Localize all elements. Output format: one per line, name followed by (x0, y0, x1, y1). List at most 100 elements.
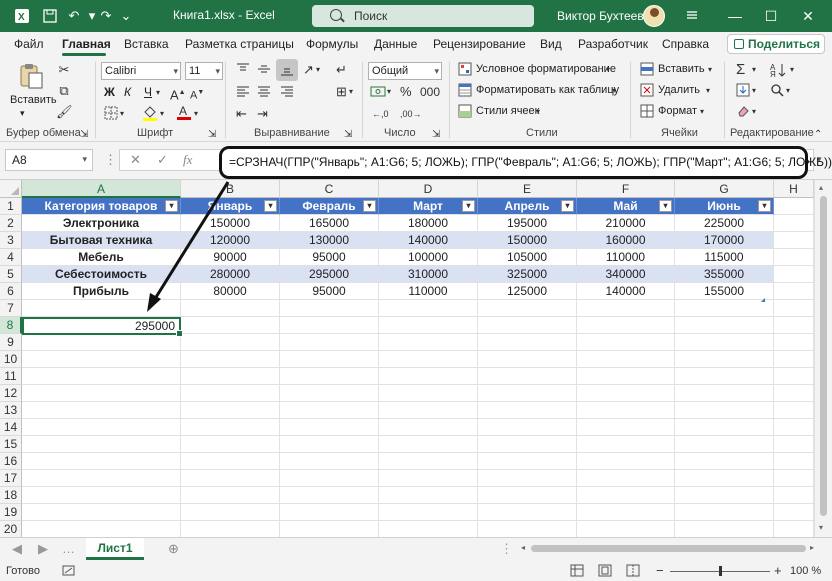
format-as-table-button[interactable]: Форматировать как таблицу (476, 84, 619, 96)
cell[interactable] (181, 317, 280, 334)
cell[interactable] (379, 402, 478, 419)
cell[interactable] (181, 453, 280, 470)
increase-decimal-icon[interactable]: ←,0 (372, 106, 389, 122)
table-cell[interactable]: 125000 (478, 283, 577, 300)
align-left-icon[interactable] (236, 84, 250, 102)
cell[interactable] (181, 300, 280, 317)
cell[interactable] (280, 419, 379, 436)
table-header-cell[interactable]: Февраль ▾ (280, 198, 379, 215)
row-header-6[interactable]: 6 (0, 283, 22, 300)
table-cell[interactable]: 150000 (181, 215, 280, 232)
search-input[interactable]: Поиск (312, 5, 534, 27)
underline-button[interactable]: Ч (144, 85, 152, 99)
column-header-h[interactable]: H (774, 180, 814, 198)
cell[interactable] (675, 300, 774, 317)
column-header-d[interactable]: D (379, 180, 478, 198)
cell[interactable] (675, 470, 774, 487)
table-cell[interactable]: 95000 (280, 283, 379, 300)
cell[interactable] (675, 504, 774, 521)
cell[interactable] (22, 300, 181, 317)
thousands-separator-icon[interactable]: 000 (420, 84, 440, 100)
insert-cells-button[interactable]: Вставить (658, 63, 705, 75)
share-button[interactable]: Поделиться (727, 34, 825, 54)
cell[interactable] (181, 487, 280, 504)
scroll-right-icon[interactable]: ▸ (810, 540, 814, 556)
row-header-16[interactable]: 16 (0, 453, 22, 470)
font-size-select[interactable]: 11 ▾ (185, 62, 223, 80)
row-header-12[interactable]: 12 (0, 385, 22, 402)
filter-dropdown-icon[interactable]: ▾ (758, 200, 771, 212)
formula-bar-handle-icon[interactable]: ⋮ (104, 152, 117, 168)
accessibility-icon[interactable] (62, 564, 76, 580)
cell[interactable] (774, 351, 814, 368)
filter-dropdown-icon[interactable]: ▾ (165, 200, 178, 212)
cell-styles-icon[interactable] (458, 104, 472, 122)
cell[interactable] (675, 368, 774, 385)
save-icon[interactable] (42, 8, 58, 24)
cell[interactable] (478, 368, 577, 385)
row-header-20[interactable]: 20 (0, 521, 22, 537)
table-cell[interactable]: 130000 (280, 232, 379, 249)
tab-developer[interactable]: Разработчик (578, 37, 648, 51)
cell[interactable] (478, 436, 577, 453)
cell[interactable] (774, 334, 814, 351)
alignment-launcher-icon[interactable]: ⇲ (344, 127, 352, 143)
orientation-dropdown-icon[interactable]: ▾ (316, 62, 320, 78)
font-name-select[interactable]: Calibri ▾ (101, 62, 181, 80)
row-header-2[interactable]: 2 (0, 215, 22, 232)
cell-styles-button[interactable]: Стили ячеек (476, 105, 539, 117)
zoom-slider-knob[interactable] (719, 566, 722, 576)
cell[interactable] (280, 402, 379, 419)
wrap-text-icon[interactable]: ↵ (336, 62, 347, 78)
table-cell[interactable]: 100000 (379, 249, 478, 266)
page-layout-view-icon[interactable] (598, 564, 612, 580)
cell[interactable] (181, 368, 280, 385)
table-resize-handle[interactable] (761, 298, 765, 302)
scroll-left-icon[interactable]: ◂ (521, 540, 525, 556)
row-header-15[interactable]: 15 (0, 436, 22, 453)
cell[interactable] (675, 334, 774, 351)
page-break-view-icon[interactable] (626, 564, 640, 580)
ribbon-options-icon[interactable] (684, 8, 700, 24)
cell[interactable] (22, 385, 181, 402)
table-header-cell[interactable]: Январь ▾ (181, 198, 280, 215)
increase-indent-icon[interactable]: ⇥ (257, 106, 268, 122)
cell[interactable] (379, 351, 478, 368)
table-header-cell[interactable]: Март ▾ (379, 198, 478, 215)
cell[interactable] (774, 504, 814, 521)
delete-cells-icon[interactable] (640, 83, 654, 101)
cell[interactable] (379, 453, 478, 470)
table-header-cell[interactable]: Категория товаров ▾ (22, 198, 181, 215)
table-cell[interactable]: 110000 (577, 249, 675, 266)
zoom-out-icon[interactable]: − (656, 563, 664, 578)
tab-home[interactable]: Главная (62, 37, 111, 51)
next-sheet-icon[interactable]: ▶ (38, 541, 48, 557)
cell[interactable] (22, 419, 181, 436)
autosum-dropdown-icon[interactable]: ▾ (752, 62, 756, 78)
cell[interactable] (577, 470, 675, 487)
table-cell[interactable]: 115000 (675, 249, 774, 266)
cell[interactable] (22, 436, 181, 453)
increase-font-icon[interactable]: A▲ (170, 85, 186, 103)
cut-icon[interactable]: ✂ (56, 62, 72, 78)
cell[interactable] (22, 504, 181, 521)
tab-insert[interactable]: Вставка (124, 37, 169, 51)
row-header-13[interactable]: 13 (0, 402, 22, 419)
conditional-formatting-icon[interactable] (458, 62, 472, 80)
table-cell[interactable]: 95000 (280, 249, 379, 266)
table-cell[interactable]: 120000 (181, 232, 280, 249)
cell[interactable] (478, 351, 577, 368)
horizontal-scrollbar[interactable]: ◂ ▸ (521, 540, 816, 556)
cell[interactable] (478, 317, 577, 334)
cell[interactable] (181, 351, 280, 368)
column-header-g[interactable]: G (675, 180, 774, 198)
align-middle-icon[interactable] (257, 62, 271, 80)
format-cells-button[interactable]: Формат (658, 105, 697, 117)
decrease-font-icon[interactable]: A▼ (190, 85, 204, 104)
cell[interactable] (181, 385, 280, 402)
row-header-7[interactable]: 7 (0, 300, 22, 317)
currency-dropdown-icon[interactable]: ▾ (387, 84, 391, 100)
table-cell[interactable]: Бытовая техника (22, 232, 181, 249)
cell[interactable] (280, 504, 379, 521)
fill-dropdown-icon[interactable]: ▾ (752, 83, 756, 99)
